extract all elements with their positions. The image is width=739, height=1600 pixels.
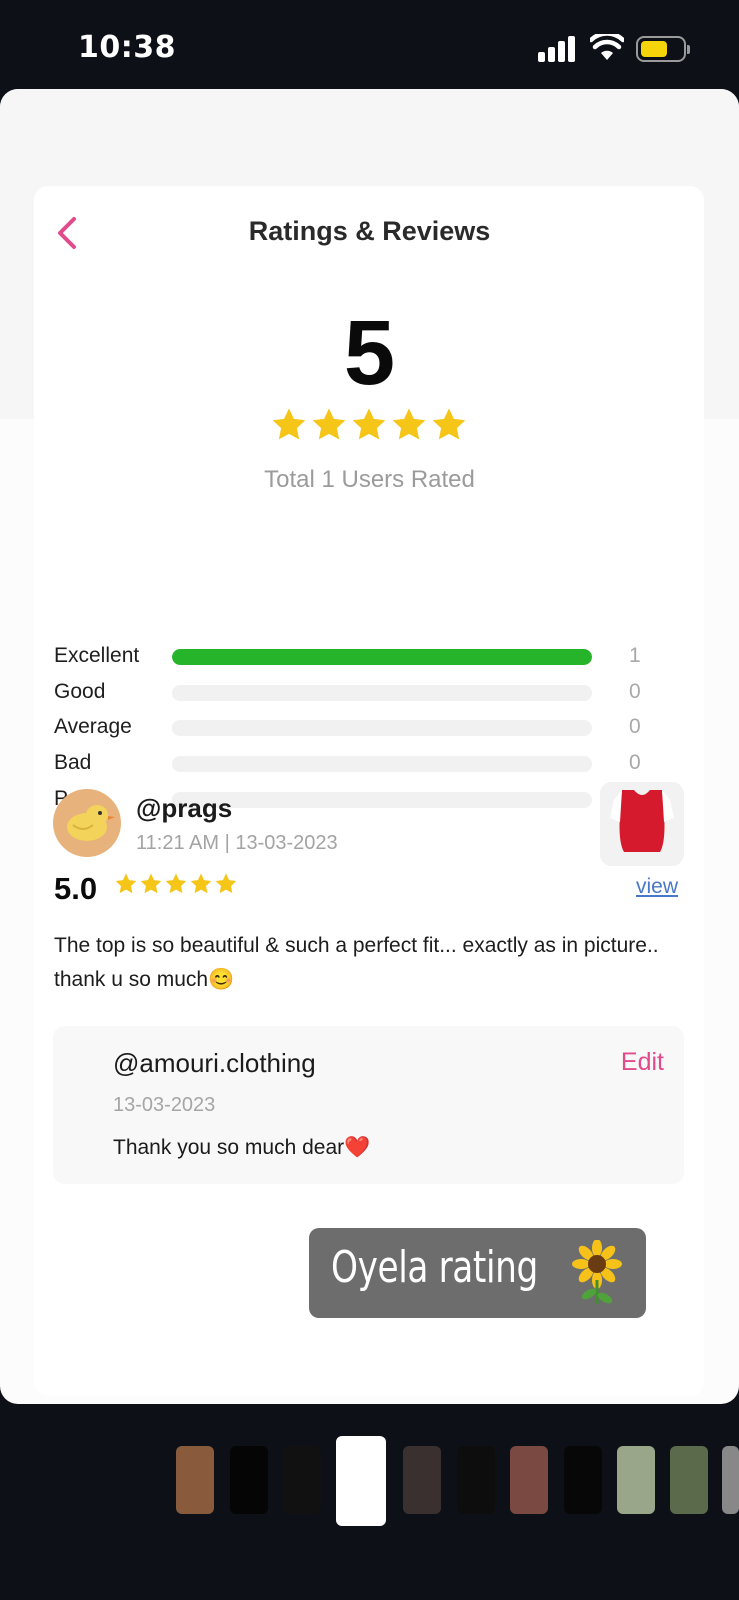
review-timestamp: 11:21 AM | 13-03-2023 [136,832,338,854]
sticker-text: Oyela rating [331,1242,538,1293]
star-icon [190,873,212,894]
edit-reply-button[interactable]: Edit [621,1048,664,1077]
view-link[interactable]: view [636,875,678,899]
battery-icon [636,36,690,62]
rating-label: Average [54,715,132,738]
status-time: 10:38 [78,30,176,65]
rating-bar [172,649,592,665]
reply-text: Thank you so much dear❤️ [113,1136,371,1159]
story-thumbnail[interactable] [457,1446,495,1514]
cellular-signal-icon [538,34,578,62]
review-username[interactable]: @prags [136,793,232,824]
rating-bar [172,685,592,701]
wifi-icon [590,34,624,60]
story-text-sticker[interactable]: Oyela rating [309,1228,646,1318]
rating-bar-fill [172,649,592,665]
star-icon [215,873,237,894]
rating-count: 0 [629,680,641,703]
rating-row-good: Good 0 [54,678,654,706]
review-text: The top is so beautiful & such a perfect… [54,934,659,991]
review-stars [114,872,238,902]
product-thumbnail[interactable] [600,782,684,866]
rating-row-average: Average 0 [54,713,654,741]
star-icon [312,408,346,440]
status-bar: 10:38 [0,0,739,90]
summary-stars [270,406,470,446]
rating-label: Bad [54,751,92,774]
rating-count: 1 [629,644,641,667]
rating-bar [172,792,592,808]
star-icon [272,408,306,440]
star-icon [352,408,386,440]
rating-count: 0 [629,751,641,774]
rating-label: Excellent [54,644,140,667]
rating-row-excellent: Excellent 1 [54,642,654,670]
review-score: 5.0 [54,871,98,906]
total-users-rated: Total 1 Users Rated [264,466,475,493]
page-title: Ratings & Reviews [248,216,491,246]
reply-date: 13-03-2023 [113,1094,216,1116]
story-thumbnail[interactable] [722,1446,739,1514]
star-icon [165,873,187,894]
story-thumbnail-active[interactable] [336,1436,386,1526]
avatar [53,789,121,857]
story-thumbnails [0,1436,739,1530]
story-thumbnail[interactable] [230,1446,268,1514]
story-thumbnail[interactable] [564,1446,602,1514]
story-thumbnail[interactable] [176,1446,214,1514]
story-thumbnail[interactable] [283,1446,321,1514]
story-thumbnail[interactable] [670,1446,708,1514]
rating-label: Good [54,680,106,703]
seller-reply: @amouri.clothing Edit 13-03-2023 Thank y… [53,1026,684,1184]
story-thumbnail[interactable] [510,1446,548,1514]
bird-avatar-icon [67,805,115,841]
story-thumbnail[interactable] [617,1446,655,1514]
red-top-image [600,782,684,866]
star-icon [432,408,466,440]
average-rating: 5 [343,302,396,404]
story-thumbnail[interactable] [403,1446,441,1514]
story-card: Ratings & Reviews 5 Total 1 Users Rated … [0,89,739,1404]
rating-bar [172,756,592,772]
rating-count: 0 [629,715,641,738]
rating-bar [172,720,592,736]
star-icon [115,873,137,894]
sunflower-icon [572,1240,622,1304]
rating-row-bad: Bad 0 [54,749,654,777]
reply-username: @amouri.clothing [113,1048,316,1078]
star-icon [392,408,426,440]
star-icon [140,873,162,894]
